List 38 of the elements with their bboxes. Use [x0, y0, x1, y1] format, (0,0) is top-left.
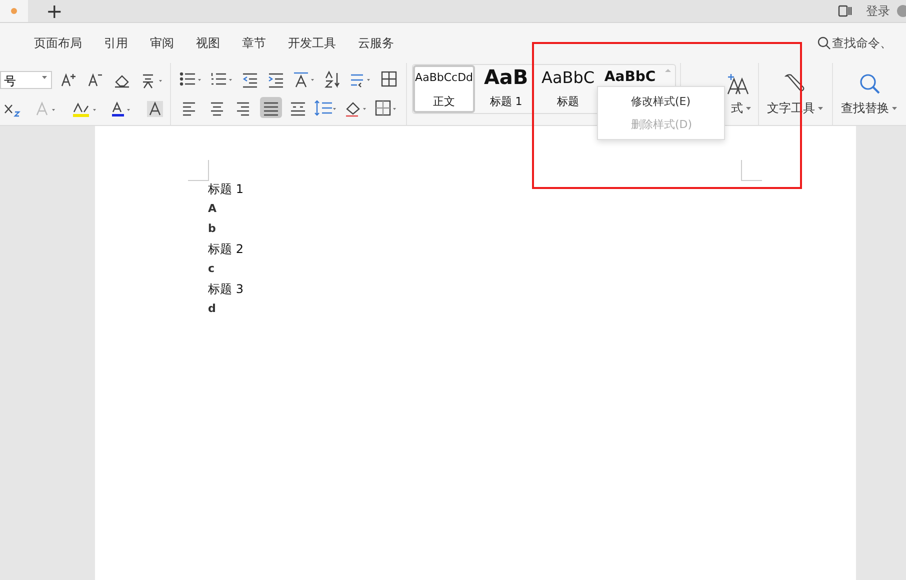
bullet-list-icon[interactable] — [178, 70, 202, 88]
border-icon[interactable] — [374, 98, 398, 117]
body-line: c — [208, 261, 216, 277]
search-icon[interactable] — [858, 72, 882, 96]
new-style-button[interactable]: 式 — [731, 100, 752, 116]
line-spacing-icon[interactable] — [314, 98, 338, 117]
new-tab-button[interactable]: + — [42, 0, 67, 22]
style-preset[interactable]: AaBbC 标题 — [537, 65, 600, 113]
menu-tab[interactable]: 开发工具 — [288, 34, 336, 52]
style-preset[interactable]: AaB 标题 1 — [475, 65, 538, 113]
menu-tab[interactable]: 引用 — [104, 34, 128, 52]
search-icon[interactable] — [817, 36, 831, 50]
menu-tab[interactable]: 章节 — [242, 34, 266, 52]
heading-line: 标题 3 — [208, 281, 244, 298]
menu-tab[interactable]: 审阅 — [150, 34, 174, 52]
heading-line: 标题 2 — [208, 241, 244, 258]
menu-tab[interactable]: 视图 — [196, 34, 220, 52]
unsaved-dot — [11, 8, 17, 14]
align-justify-button[interactable] — [260, 97, 282, 118]
corner-mark — [741, 160, 762, 181]
character-shading-icon[interactable] — [146, 100, 164, 118]
sort-icon[interactable] — [323, 70, 342, 88]
font-size-field[interactable]: 号 — [0, 70, 52, 88]
menu-tab[interactable]: 页面布局 — [34, 34, 82, 52]
menu-item[interactable]: 修改样式(E) — [598, 90, 724, 113]
menu-tab[interactable]: 云服务 — [358, 34, 394, 52]
body-line: b — [208, 221, 217, 237]
login-link[interactable]: 登录 — [866, 0, 890, 22]
command-search-field[interactable]: 查找命令、 — [832, 34, 892, 52]
heading-line: 标题 1 — [208, 181, 244, 198]
corner-mark — [188, 160, 209, 181]
body-line: A — [208, 201, 218, 217]
body-line: d — [208, 301, 217, 317]
text-direction-icon[interactable] — [292, 70, 316, 88]
find-replace-button[interactable]: 查找替换 — [841, 100, 898, 116]
window-icon[interactable] — [838, 4, 852, 18]
style-preset[interactable]: AaBbCcDd 正文 — [413, 65, 476, 113]
table-icon[interactable] — [380, 70, 398, 88]
